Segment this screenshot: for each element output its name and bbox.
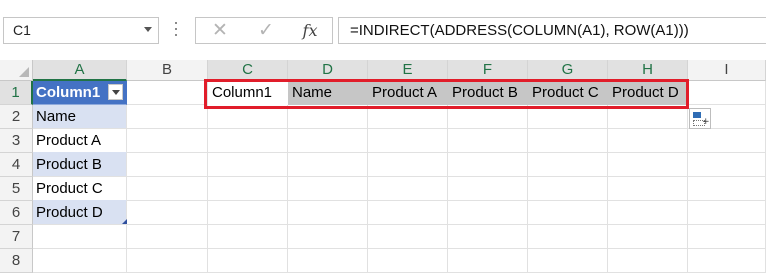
empty-cell[interactable] <box>33 225 127 249</box>
empty-cell[interactable] <box>127 249 208 273</box>
name-box-value: C1 <box>13 22 31 38</box>
formula-buttons: ✕ ✓ fx <box>195 17 333 44</box>
empty-cell[interactable] <box>288 201 368 225</box>
empty-cell[interactable] <box>688 81 766 105</box>
empty-cell[interactable] <box>528 153 608 177</box>
empty-cell[interactable] <box>528 201 608 225</box>
column-header-e[interactable]: E <box>368 60 448 81</box>
formula-bar: C1 ✕ ✓ fx =INDIRECT(ADDRESS(COLUMN(A1), … <box>0 0 766 60</box>
row-header-2[interactable]: 2 <box>0 105 33 129</box>
column-header-c[interactable]: C <box>208 60 288 81</box>
select-all-button[interactable] <box>0 60 33 81</box>
empty-cell[interactable] <box>368 201 448 225</box>
empty-cell[interactable] <box>688 249 766 273</box>
formula-input[interactable]: =INDIRECT(ADDRESS(COLUMN(A1), ROW(A1))) <box>338 17 766 44</box>
empty-cell[interactable] <box>127 201 208 225</box>
column-header-f[interactable]: F <box>448 60 528 81</box>
empty-cell[interactable] <box>448 225 528 249</box>
empty-cell[interactable] <box>448 249 528 273</box>
empty-cell[interactable] <box>448 129 528 153</box>
empty-cell[interactable] <box>448 153 528 177</box>
empty-cell[interactable] <box>208 249 288 273</box>
empty-cell[interactable] <box>608 129 688 153</box>
column-header-i[interactable]: I <box>688 60 766 81</box>
table-row[interactable]: Product B <box>33 153 127 177</box>
table-resize-handle-icon[interactable] <box>122 219 127 224</box>
empty-cell[interactable] <box>448 201 528 225</box>
empty-cell[interactable] <box>127 105 208 129</box>
empty-cell[interactable] <box>208 201 288 225</box>
row-header-4[interactable]: 4 <box>0 153 33 177</box>
row-header-1[interactable]: 1 <box>0 81 33 105</box>
empty-cell[interactable] <box>208 129 288 153</box>
empty-cell[interactable] <box>448 177 528 201</box>
name-box[interactable]: C1 <box>3 17 159 44</box>
column-header-b[interactable]: B <box>127 60 208 81</box>
empty-cell[interactable] <box>208 225 288 249</box>
empty-cell[interactable] <box>288 129 368 153</box>
formula-text: =INDIRECT(ADDRESS(COLUMN(A1), ROW(A1))) <box>350 22 689 39</box>
empty-cell[interactable] <box>688 225 766 249</box>
empty-cell[interactable] <box>368 225 448 249</box>
formula-bar-grip-icon[interactable] <box>175 22 178 40</box>
column-header-h[interactable]: H <box>608 60 688 81</box>
empty-cell[interactable] <box>528 225 608 249</box>
table-row[interactable]: Product A <box>33 129 127 153</box>
highlight-box <box>204 79 689 109</box>
empty-cell[interactable] <box>288 153 368 177</box>
paste-options-icon[interactable]: + <box>689 108 711 129</box>
empty-cell[interactable] <box>288 225 368 249</box>
empty-cell[interactable] <box>608 177 688 201</box>
empty-cell[interactable] <box>688 177 766 201</box>
empty-cell[interactable] <box>528 249 608 273</box>
row-header-7[interactable]: 7 <box>0 225 33 249</box>
table-header-label: Column1 <box>36 84 101 101</box>
row-header-8[interactable]: 8 <box>0 249 33 273</box>
row-header-5[interactable]: 5 <box>0 177 33 201</box>
insert-function-icon[interactable]: fx <box>292 19 328 43</box>
empty-cell[interactable] <box>288 249 368 273</box>
filter-dropdown-icon[interactable] <box>108 84 123 100</box>
enter-icon[interactable]: ✓ <box>248 19 284 43</box>
empty-cell[interactable] <box>608 153 688 177</box>
table-header-cell[interactable]: Column1 <box>33 81 127 105</box>
table-row[interactable]: Product C <box>33 177 127 201</box>
empty-cell[interactable] <box>127 177 208 201</box>
name-box-dropdown-icon[interactable] <box>144 27 152 32</box>
empty-cell[interactable] <box>368 177 448 201</box>
table-row[interactable]: Product D <box>33 201 127 225</box>
empty-cell[interactable] <box>127 81 208 105</box>
cancel-icon[interactable]: ✕ <box>202 19 238 43</box>
empty-cell[interactable] <box>127 225 208 249</box>
empty-cell[interactable] <box>368 249 448 273</box>
empty-cell[interactable] <box>688 129 766 153</box>
empty-cell[interactable] <box>127 129 208 153</box>
column-header-d[interactable]: D <box>288 60 368 81</box>
row-header-6[interactable]: 6 <box>0 201 33 225</box>
empty-cell[interactable] <box>688 153 766 177</box>
empty-cell[interactable] <box>127 153 208 177</box>
empty-cell[interactable] <box>608 201 688 225</box>
empty-cell[interactable] <box>688 201 766 225</box>
empty-cell[interactable] <box>33 249 127 273</box>
empty-cell[interactable] <box>208 153 288 177</box>
column-header-a[interactable]: A <box>33 60 127 81</box>
table-row[interactable]: Name <box>33 105 127 129</box>
empty-cell[interactable] <box>608 225 688 249</box>
empty-cell[interactable] <box>528 129 608 153</box>
column-header-g[interactable]: G <box>528 60 608 81</box>
empty-cell[interactable] <box>288 177 368 201</box>
empty-cell[interactable] <box>528 177 608 201</box>
empty-cell[interactable] <box>608 249 688 273</box>
empty-cell[interactable] <box>368 129 448 153</box>
empty-cell[interactable] <box>368 153 448 177</box>
empty-cell[interactable] <box>208 177 288 201</box>
row-header-3[interactable]: 3 <box>0 129 33 153</box>
